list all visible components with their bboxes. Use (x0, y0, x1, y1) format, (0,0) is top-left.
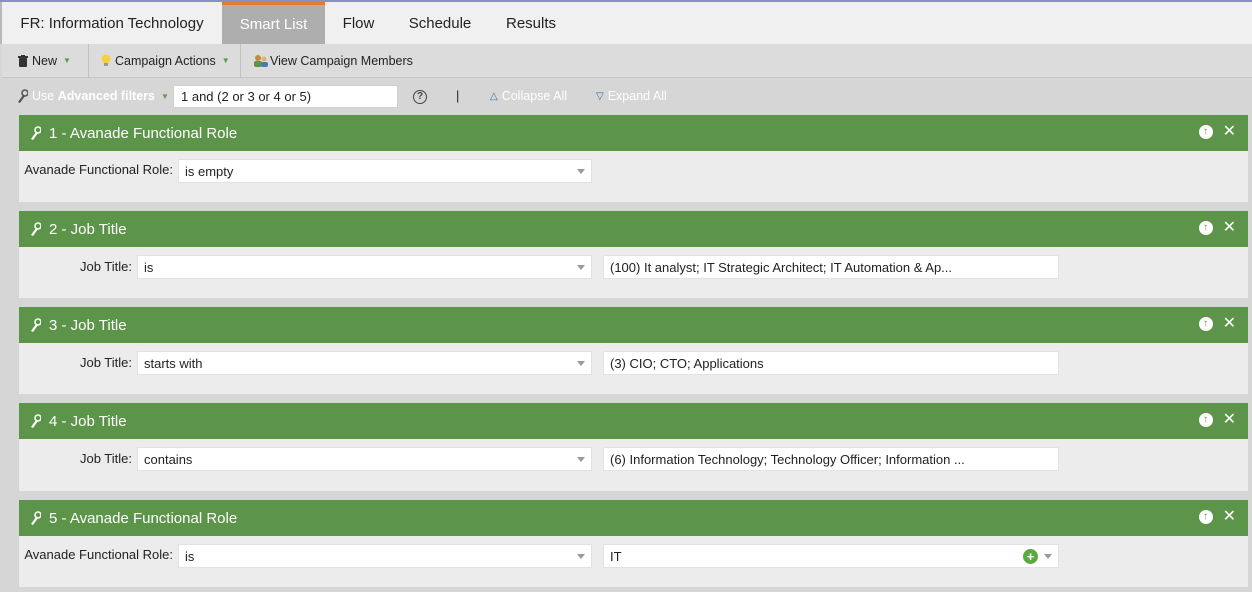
wrench-icon[interactable] (29, 511, 41, 525)
lightbulb-icon (101, 54, 111, 66)
close-icon[interactable]: ✕ (1223, 412, 1236, 428)
operator-select[interactable]: is (137, 255, 592, 279)
tab-campaign-name[interactable]: FR: Information Technology (2, 2, 222, 44)
wrench-icon[interactable] (29, 126, 41, 140)
arrow-up-circle-icon[interactable]: ↑ (1198, 413, 1213, 427)
filter-header[interactable]: 3 - Job Title ↑ ✕ (19, 307, 1248, 343)
wrench-icon[interactable] (29, 318, 41, 332)
view-members-label: View Campaign Members (270, 53, 413, 68)
filter-title: 3 - Job Title (49, 316, 127, 334)
close-icon[interactable]: ✕ (1223, 124, 1236, 140)
chevron-down-icon (577, 169, 585, 174)
people-icon (254, 54, 268, 67)
close-icon[interactable]: ✕ (1223, 220, 1236, 236)
view-campaign-members-button[interactable]: View Campaign Members (241, 44, 413, 77)
filter-field-label: Job Title: (79, 355, 132, 370)
tab-results[interactable]: Results (488, 2, 574, 44)
filter-title: 2 - Job Title (49, 220, 127, 238)
operator-select[interactable]: is empty (178, 159, 592, 183)
wrench-icon[interactable] (29, 222, 41, 236)
expand-all-label: Expand All (607, 89, 667, 103)
arrow-up-circle-icon[interactable]: ↑ (1198, 510, 1213, 524)
chevron-down-icon: ▼ (160, 91, 169, 101)
chevron-down-icon (577, 554, 585, 559)
filterbar-divider: | (456, 88, 460, 103)
trash-can-icon (18, 54, 28, 67)
chevron-down-icon (577, 361, 585, 366)
filter-title: 4 - Job Title (49, 412, 127, 430)
triangle-down-icon: ▽ (596, 90, 604, 102)
filter-field-label: Job Title: (79, 451, 132, 466)
help-icon[interactable]: ? (413, 90, 427, 104)
wrench-icon (18, 89, 28, 103)
filter-field-label: Job Title: (79, 259, 132, 274)
filter-logic-input[interactable] (173, 85, 398, 108)
filter-card-4: 4 - Job Title ↑ ✕ Job Title: contains (6)… (19, 403, 1248, 491)
filter-value-field[interactable]: (6) Information Technology; Technology O… (603, 447, 1059, 471)
triangle-up-icon: △ (490, 90, 498, 102)
operator-value: is (185, 549, 195, 564)
tab-schedule[interactable]: Schedule (392, 2, 488, 44)
tab-label: Results (505, 14, 557, 32)
arrow-up-circle-icon[interactable]: ↑ (1198, 125, 1213, 139)
close-icon[interactable]: ✕ (1223, 509, 1236, 525)
chevron-down-icon (577, 265, 585, 270)
filter-body: Job Title: contains (6) Information Tech… (19, 439, 1248, 491)
chevron-down-icon (577, 457, 585, 462)
wrench-icon[interactable] (29, 414, 41, 428)
tab-label: Schedule (408, 14, 472, 32)
filter-body: Avanade Functional Role: is empty (19, 151, 1248, 202)
operator-select[interactable]: contains (137, 447, 592, 471)
operator-value: starts with (144, 356, 203, 371)
new-label: New (32, 53, 58, 68)
filter-body: Job Title: starts with (3) CIO; CTO; App… (19, 343, 1248, 394)
arrow-up-circle-icon[interactable]: ↑ (1198, 221, 1213, 235)
expand-all-link[interactable]: ▽ Expand All (596, 89, 667, 103)
filter-body: Avanade Functional Role: is IT + (19, 536, 1248, 587)
filter-card-1: 1 - Avanade Functional Role ↑ ✕ Avanade F… (19, 115, 1248, 202)
use-label: Use (32, 89, 55, 103)
tab-flow[interactable]: Flow (325, 2, 392, 44)
collapse-all-label: Collapse All (501, 89, 568, 103)
filter-card-2: 2 - Job Title ↑ ✕ Job Title: is (100) It … (19, 211, 1248, 298)
campaign-actions-label: Campaign Actions (115, 53, 216, 68)
chevron-down-icon (1044, 554, 1052, 559)
plus-circle-icon[interactable]: + (1023, 549, 1038, 564)
tab-bar: FR: Information Technology Smart List Fl… (0, 2, 1252, 44)
operator-value: is (144, 260, 154, 275)
toolbar: New ▼ Campaign Actions ▼ View Campaign M… (2, 43, 1252, 78)
filter-header[interactable]: 2 - Job Title ↑ ✕ (19, 211, 1248, 247)
operator-select[interactable]: is (178, 544, 592, 568)
tab-label: Smart List (239, 16, 308, 33)
chevron-down-icon: ▼ (63, 56, 71, 65)
filter-header[interactable]: 4 - Job Title ↑ ✕ (19, 403, 1248, 439)
filter-card-5: 5 - Avanade Functional Role ↑ ✕ Avanade F… (19, 500, 1248, 587)
tab-smart-list[interactable]: Smart List (222, 2, 325, 44)
filter-header[interactable]: 5 - Avanade Functional Role ↑ ✕ (19, 500, 1248, 536)
filter-value-field[interactable]: (3) CIO; CTO; Applications (603, 351, 1059, 375)
collapse-all-link[interactable]: △ Collapse All (490, 89, 567, 103)
filter-title: 5 - Avanade Functional Role (49, 509, 238, 527)
operator-value: contains (144, 452, 193, 467)
operator-value: is empty (185, 164, 234, 179)
filter-field-label: Avanade Functional Role: (24, 547, 173, 562)
tab-label: FR: Information Technology (20, 14, 204, 32)
advanced-filters-label: Advanced filters (57, 89, 155, 103)
filter-card-3: 3 - Job Title ↑ ✕ Job Title: starts with … (19, 307, 1248, 394)
use-advanced-filters-toggle[interactable]: Use Advanced filters ▼ (16, 89, 169, 103)
operator-select[interactable]: starts with (137, 351, 592, 375)
filter-field-label: Avanade Functional Role: (24, 162, 173, 177)
filter-value-field[interactable]: (100) It analyst; IT Strategic Architect… (603, 255, 1059, 279)
filter-value: IT (610, 549, 622, 564)
filter-title: 1 - Avanade Functional Role (49, 124, 238, 142)
filter-header[interactable]: 1 - Avanade Functional Role ↑ ✕ (19, 115, 1248, 151)
close-icon[interactable]: ✕ (1223, 316, 1236, 332)
new-button[interactable]: New ▼ (2, 44, 88, 77)
value-select[interactable]: IT + (603, 544, 1059, 568)
filter-body: Job Title: is (100) It analyst; IT Strat… (19, 247, 1248, 298)
campaign-actions-button[interactable]: Campaign Actions ▼ (89, 44, 240, 77)
arrow-up-circle-icon[interactable]: ↑ (1198, 317, 1213, 331)
chevron-down-icon: ▼ (221, 56, 230, 65)
tab-label: Flow (342, 14, 375, 32)
